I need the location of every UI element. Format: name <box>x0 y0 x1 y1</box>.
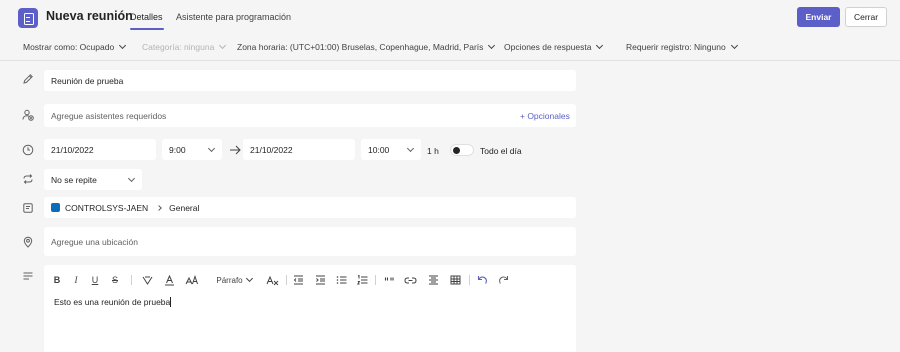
description-editor[interactable]: B I U S Párrafo Esto es una reunión de p… <box>44 265 576 352</box>
clock-icon <box>22 144 34 156</box>
chevron-down-icon <box>245 274 253 283</box>
response-options-label: Opciones de respuesta <box>504 42 592 52</box>
repeat-icon <box>22 173 34 185</box>
location-icon <box>22 236 34 248</box>
italic-button[interactable]: I <box>71 273 81 287</box>
tab-details-underline <box>130 28 164 30</box>
attendees-input[interactable]: Agregue asistentes requeridos <box>44 104 576 127</box>
toolbar-separator <box>286 275 287 285</box>
all-day-label: Todo el día <box>480 146 522 156</box>
horizontal-rule-button[interactable] <box>427 273 439 287</box>
chevron-down-icon <box>596 41 604 50</box>
strikethrough-button[interactable]: S <box>110 273 120 287</box>
location-input[interactable]: Agregue una ubicación <box>44 227 576 256</box>
outdent-icon <box>293 275 303 285</box>
close-button[interactable]: Cerrar <box>845 7 887 27</box>
registration-label: Requerir registro: Ninguno <box>626 42 726 52</box>
bullet-list-icon <box>336 276 346 284</box>
add-people-icon <box>22 109 34 121</box>
highlighter-icon <box>142 276 152 285</box>
duration-label: 1 h <box>427 146 439 156</box>
numbered-list-icon <box>356 275 367 285</box>
insert-table-button[interactable] <box>449 273 461 287</box>
undo-button[interactable] <box>476 273 488 287</box>
link-icon <box>404 277 417 283</box>
toolbar-separator <box>469 275 470 285</box>
highlight-button[interactable] <box>141 273 153 287</box>
font-size-icon <box>185 274 198 284</box>
end-time-value: 10:00 <box>368 144 390 155</box>
category-dropdown: Categoría: ninguna <box>142 41 227 52</box>
team-badge-icon <box>51 203 60 212</box>
calendar-app-icon <box>18 8 38 28</box>
channel-icon <box>22 202 34 214</box>
chevron-down-icon <box>127 174 136 183</box>
bullet-list-button[interactable] <box>335 273 347 287</box>
chevron-down-icon <box>219 41 227 50</box>
description-text[interactable]: Esto es una reunión de prueba <box>54 297 172 307</box>
channel-team-label: CONTROLSYS-JAEN <box>65 202 149 213</box>
chevron-right-icon <box>156 204 162 211</box>
description-body: Esto es una reunión de prueba <box>54 297 171 307</box>
redo-icon <box>498 276 508 284</box>
optional-attendees-link[interactable]: + Opcionales <box>520 111 570 121</box>
toolbar-separator <box>375 275 376 285</box>
insert-link-button[interactable] <box>404 273 417 287</box>
text-lines-icon <box>22 270 34 282</box>
redo-button[interactable] <box>497 273 509 287</box>
page-title: Nueva reunión <box>46 9 133 23</box>
chevron-down-icon <box>488 41 496 50</box>
channel-name-label: General <box>169 202 200 213</box>
font-color-button[interactable] <box>163 273 175 287</box>
start-time-value: 9:00 <box>169 144 186 155</box>
recurrence-dropdown[interactable]: No se repite <box>44 169 142 190</box>
tab-scheduling-assistant[interactable]: Asistente para programación <box>176 12 291 22</box>
quote-button[interactable] <box>383 273 395 287</box>
meeting-title-input[interactable]: Reunión de prueba <box>44 70 576 91</box>
font-color-icon <box>164 274 174 285</box>
decrease-indent-button[interactable] <box>292 273 304 287</box>
paragraph-style-label: Párrafo <box>216 275 243 285</box>
numbered-list-button[interactable] <box>356 273 368 287</box>
clear-format-button[interactable] <box>265 273 279 287</box>
timezone-dropdown[interactable]: Zona horaria: (UTC+01:00) Bruselas, Cope… <box>237 41 496 52</box>
start-date-picker[interactable]: 21/10/2022 <box>44 139 156 160</box>
chevron-down-icon <box>119 41 127 50</box>
table-icon <box>450 275 460 285</box>
show-as-dropdown[interactable]: Mostrar como: Ocupado <box>23 41 127 52</box>
arrow-right-icon <box>230 145 241 155</box>
clear-format-icon <box>266 275 278 285</box>
category-label: Categoría: ninguna <box>142 42 215 52</box>
recurrence-value: No se repite <box>51 174 97 185</box>
horizontal-rule-icon <box>428 275 438 285</box>
underline-button[interactable]: U <box>90 273 100 287</box>
pencil-icon <box>22 73 34 85</box>
indent-icon <box>315 275 325 285</box>
registration-dropdown[interactable]: Requerir registro: Ninguno <box>626 41 738 52</box>
options-bar: Mostrar como: Ocupado Categoría: ninguna… <box>0 36 900 61</box>
paragraph-style-dropdown[interactable]: Párrafo <box>216 273 253 287</box>
show-as-label: Mostrar como: Ocupado <box>23 42 115 52</box>
font-size-button[interactable] <box>185 273 199 287</box>
send-button[interactable]: Enviar <box>797 7 840 27</box>
bold-button[interactable]: B <box>52 273 62 287</box>
end-time-dropdown[interactable]: 10:00 <box>361 139 421 160</box>
end-date-picker[interactable]: 21/10/2022 <box>243 139 355 160</box>
chevron-down-icon <box>406 144 415 153</box>
toolbar-separator <box>131 275 132 285</box>
chevron-down-icon <box>207 144 216 153</box>
all-day-toggle[interactable] <box>450 144 474 156</box>
undo-icon <box>477 276 487 284</box>
response-options-dropdown[interactable]: Opciones de respuesta <box>504 41 604 52</box>
timezone-label: Zona horaria: (UTC+01:00) Bruselas, Cope… <box>237 42 484 52</box>
quote-icon <box>384 277 394 280</box>
text-caret <box>170 297 172 307</box>
channel-selector[interactable]: CONTROLSYS-JAEN General <box>44 197 576 218</box>
tab-details[interactable]: Detalles <box>130 12 163 22</box>
increase-indent-button[interactable] <box>314 273 326 287</box>
header: Nueva reunión Detalles Asistente para pr… <box>0 0 900 36</box>
chevron-down-icon <box>730 41 738 50</box>
start-time-dropdown[interactable]: 9:00 <box>162 139 222 160</box>
